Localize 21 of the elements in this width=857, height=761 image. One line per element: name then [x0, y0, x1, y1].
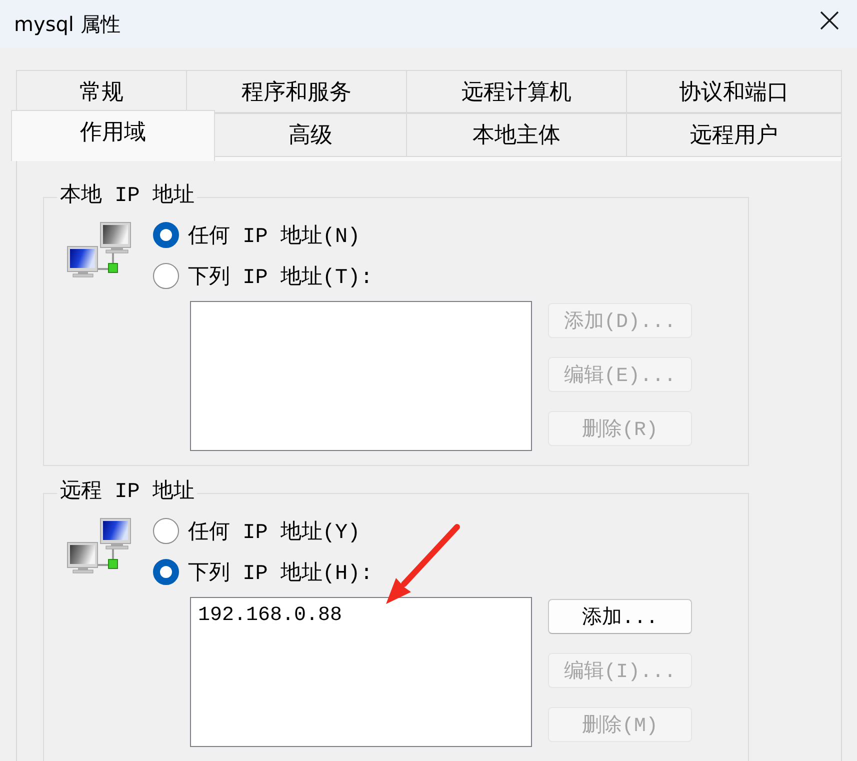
network-computers-icon	[66, 517, 132, 574]
tab[interactable]: 本地主体	[407, 113, 627, 157]
window-title: mysql 属性	[14, 10, 120, 38]
tab[interactable]: 远程用户	[627, 113, 842, 157]
radio-option[interactable]: 下列 IP 地址(T):	[153, 255, 373, 296]
tab[interactable]: 高级	[215, 113, 407, 157]
close-icon	[820, 10, 838, 30]
radio-option[interactable]: 任何 IP 地址(N)	[153, 214, 360, 255]
radio-option[interactable]: 任何 IP 地址(Y)	[153, 510, 360, 551]
group-label: 本地 IP 地址	[59, 184, 196, 210]
tab[interactable]: 作用域	[11, 110, 215, 161]
address-list-box[interactable]: 192.168.0.88	[190, 597, 532, 747]
tab[interactable]: 常规	[16, 70, 187, 113]
group-label: 远程 IP 地址	[59, 480, 196, 506]
radio-option[interactable]: 下列 IP 地址(H):	[153, 551, 373, 592]
tab[interactable]: 协议和端口	[627, 70, 842, 113]
list-item[interactable]: 192.168.0.88	[198, 604, 342, 628]
action-button[interactable]: 添加...	[548, 599, 692, 634]
network-computers-icon	[66, 221, 132, 278]
tab[interactable]: 远程计算机	[407, 70, 627, 113]
tab[interactable]: 程序和服务	[187, 70, 407, 113]
